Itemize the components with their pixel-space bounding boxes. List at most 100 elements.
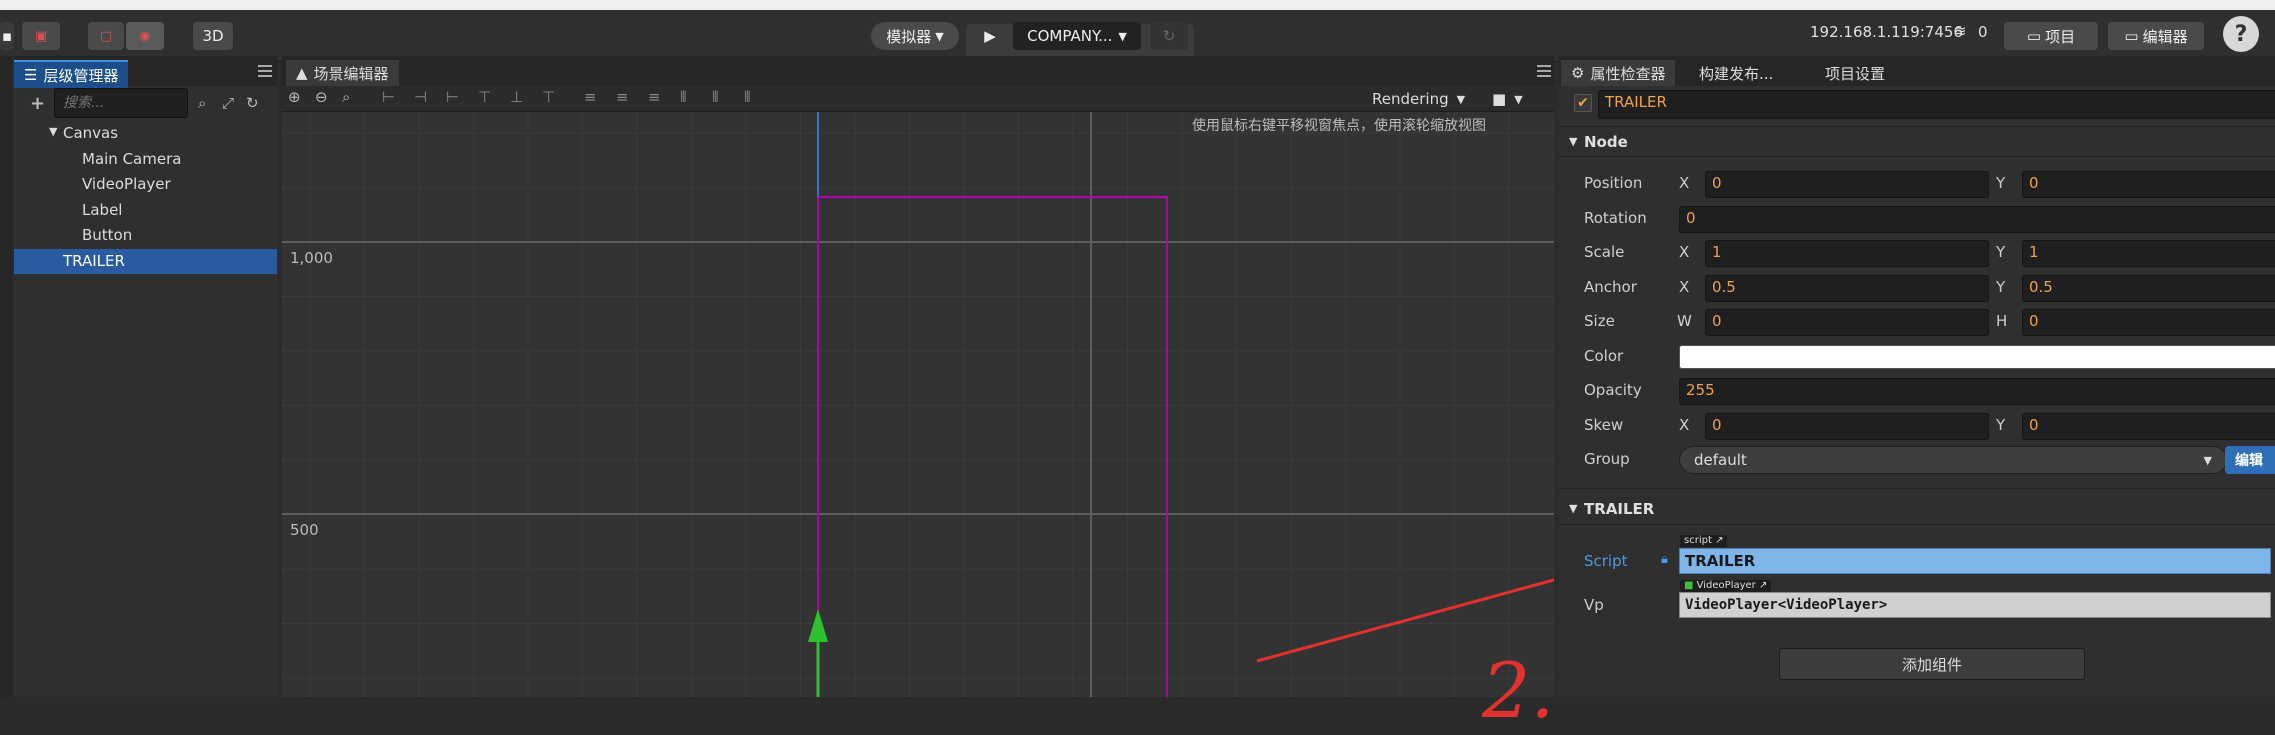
panel-menu-icon[interactable]	[258, 62, 272, 80]
skew-x-field[interactable]: 0	[1705, 413, 1989, 440]
skew-y-field[interactable]: 0	[2022, 413, 2275, 440]
scale-label: Scale	[1584, 243, 1625, 261]
play-icon[interactable]: ▶	[970, 22, 1010, 50]
camera-dropdown[interactable]: ■ ▼	[1492, 86, 1542, 112]
distribute-bottom-icon[interactable]: ≡	[648, 88, 661, 106]
tab-scene-editor[interactable]: ▲ 场景编辑器	[286, 60, 399, 86]
scene-viewport[interactable]	[282, 112, 1554, 697]
tree-item-canvas[interactable]: Canvas	[63, 124, 118, 142]
grid-icon[interactable]: ▪	[0, 22, 14, 50]
rotation-field[interactable]: 0	[1679, 206, 2275, 233]
chevron-down-icon: ▼	[2203, 453, 2212, 467]
distribute-left-icon[interactable]: ⦀	[680, 88, 687, 106]
tab-project-settings[interactable]: 项目设置	[1815, 60, 1895, 86]
scale-y-field[interactable]: 1	[2022, 240, 2275, 267]
zoom-in-icon[interactable]: ⊕	[288, 88, 301, 106]
align-left-icon[interactable]: ⊢	[382, 88, 395, 106]
divider	[1559, 126, 2275, 127]
distribute-hcenter-icon[interactable]: ⦀	[712, 88, 719, 106]
scene-hint: 使用鼠标右键平移视窗焦点，使用滚轮缩放视图	[1192, 118, 1486, 134]
gear-icon: ⚙	[1571, 64, 1585, 82]
edit-group-button[interactable]: 编辑	[2225, 446, 2275, 474]
tree-item-label[interactable]: Label	[82, 201, 122, 219]
size-w-field[interactable]: 0	[1705, 309, 1989, 336]
refresh-icon[interactable]: ↻	[246, 94, 259, 112]
align-bottom-icon[interactable]: ⊤	[542, 88, 555, 106]
add-node-icon[interactable]: +	[30, 93, 45, 114]
zoom-out-icon[interactable]: ⊖	[315, 88, 328, 106]
align-right-icon[interactable]: ⊢	[446, 88, 459, 106]
simulator-dropdown[interactable]: 模拟器 ▼	[871, 22, 959, 50]
align-hcenter-icon[interactable]: ⊣	[414, 88, 427, 106]
group-value: default	[1694, 451, 1747, 469]
align-vcenter-icon[interactable]: ⊥	[510, 88, 523, 106]
anchor-x-axis: X	[1679, 278, 1690, 296]
chevron-down-icon[interactable]: ▼	[1569, 502, 1577, 515]
tab-build[interactable]: 构建发布...	[1689, 60, 1783, 86]
project-button-label: 项目	[2045, 27, 2076, 46]
rendering-label: Rendering	[1372, 90, 1449, 108]
tree-item-videoplayer[interactable]: VideoPlayer	[82, 175, 171, 193]
add-component-button[interactable]: 添加组件	[1779, 648, 2085, 680]
tab-hierarchy[interactable]: ☰ 层级管理器	[14, 60, 129, 88]
tree-item-trailer: TRAILER	[63, 252, 125, 270]
device-label: COMPANY...	[1027, 27, 1113, 45]
color-swatch[interactable]	[1679, 345, 2275, 369]
search-input[interactable]	[54, 88, 188, 118]
gizmo-icon[interactable]: ◉	[126, 22, 164, 50]
distribute-right-icon[interactable]: ⦀	[744, 88, 751, 106]
node-name-input[interactable]: TRAILER	[1598, 90, 2275, 119]
search-icon[interactable]: ⌕	[198, 94, 206, 112]
anchor-x-field[interactable]: 0.5	[1705, 275, 1989, 302]
folder-icon: ▭	[2124, 27, 2139, 45]
opacity-field[interactable]: 255	[1679, 378, 2275, 405]
skew-label: Skew	[1584, 416, 1624, 434]
group-dropdown[interactable]: default ▼	[1679, 446, 2227, 474]
chevron-down-icon: ▼	[1456, 92, 1466, 106]
distribute-vcenter-icon[interactable]: ≡	[616, 88, 629, 106]
layout-icon[interactable]: ▣	[22, 22, 60, 50]
script-label: Script	[1584, 552, 1628, 570]
panel-menu-icon[interactable]	[1537, 62, 1551, 80]
chevron-down-icon[interactable]: ▼	[49, 125, 57, 138]
node-active-checkbox[interactable]: ✔	[1574, 94, 1592, 112]
align-top-icon[interactable]: ⊤	[478, 88, 491, 106]
hierarchy-icon: ☰	[24, 66, 38, 84]
external-link-icon[interactable]: ↗	[1759, 580, 1767, 591]
build-tab-label: 构建发布...	[1699, 64, 1774, 83]
project-settings-tab-label: 项目设置	[1825, 64, 1886, 83]
tree-item-main-camera[interactable]: Main Camera	[82, 150, 181, 168]
help-button[interactable]: ?	[2223, 16, 2259, 52]
chevron-down-icon: ▼	[935, 29, 944, 43]
vp-field[interactable]: VideoPlayer<VideoPlayer>	[1679, 592, 2271, 618]
menu-bar	[0, 0, 2275, 10]
tree-item-trailer-selected[interactable]	[14, 249, 277, 274]
tree-item-button[interactable]: Button	[82, 226, 132, 244]
tab-inspector[interactable]: ⚙ 属性检查器	[1561, 60, 1676, 86]
external-link-icon[interactable]: ↗	[1715, 535, 1723, 546]
3d-toggle-button[interactable]: 3D	[193, 22, 233, 50]
simulator-label: 模拟器	[886, 27, 932, 46]
project-button[interactable]: ▭ 项目	[2004, 22, 2098, 50]
lock-icon[interactable]: 🔒︎	[1661, 552, 1668, 567]
distribute-top-icon[interactable]: ≡	[584, 88, 597, 106]
rendering-dropdown[interactable]: Rendering ▼	[1372, 86, 1472, 112]
chevron-down-icon[interactable]: ▼	[1569, 135, 1577, 148]
screenshot-icon[interactable]: ▢	[88, 22, 124, 50]
device-dropdown[interactable]: COMPANY... ▼	[1013, 22, 1141, 50]
position-x-axis: X	[1679, 174, 1690, 192]
scale-x-field[interactable]: 1	[1705, 240, 1989, 267]
script-field[interactable]: TRAILER	[1679, 548, 2271, 574]
scene-editor-panel: ▲ 场景编辑器 ⊕ ⊖ ⌕ ⊢ ⊣ ⊢ ⊤ ⊥ ⊤ ≡ ≡ ≡ ⦀ ⦀ ⦀ Re…	[282, 56, 1555, 735]
size-h-field[interactable]: 0	[2022, 309, 2275, 336]
expand-icon[interactable]: ⤢	[222, 94, 234, 112]
anchor-y-field[interactable]: 0.5	[2022, 275, 2275, 302]
refresh-icon[interactable]: ↻	[1150, 22, 1188, 50]
inspector-panel: ⚙ 属性检查器 构建发布... 项目设置 ✔ TRAILER ▼ Node Po…	[1559, 56, 2275, 697]
position-y-field[interactable]: 0	[2022, 171, 2275, 198]
zoom-reset-icon[interactable]: ⌕	[342, 88, 350, 106]
divider	[1559, 488, 2275, 489]
folder-icon: ▭	[2026, 27, 2042, 45]
editor-button[interactable]: ▭ 编辑器	[2108, 22, 2204, 50]
position-x-field[interactable]: 0	[1705, 171, 1989, 198]
